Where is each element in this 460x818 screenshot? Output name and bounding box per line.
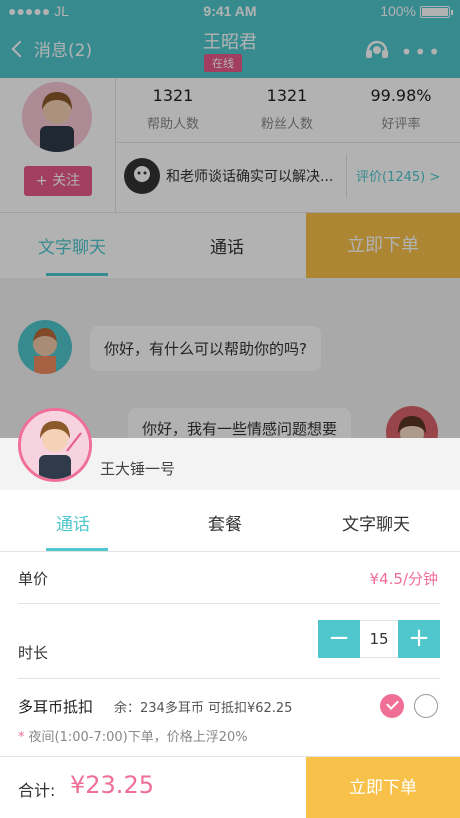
order-sheet: 通话 套餐 文字聊天 单价 ¥4.5/分钟 时长 − 15 + 多耳币抵扣 余：…	[0, 490, 460, 818]
unit-price-label: 单价	[18, 570, 49, 588]
tab-package[interactable]: 套餐	[208, 510, 242, 535]
duration-label: 时长	[18, 644, 49, 662]
tab-text-chat[interactable]: 文字聊天	[342, 510, 410, 535]
plus-icon[interactable]: +	[398, 620, 440, 658]
sheet-tabs: 通话 套餐 文字聊天	[0, 490, 460, 552]
order-now-button[interactable]: 立即下单	[306, 757, 460, 818]
checkout-footer: 合计: ¥23.25 立即下单	[0, 756, 460, 818]
asterisk-icon: *	[18, 730, 25, 745]
tab-call[interactable]: 通话	[56, 510, 90, 535]
total-value: ¥23.25	[70, 771, 154, 799]
duration-value[interactable]: 15	[360, 620, 398, 658]
unit-price-value: ¥4.5/分钟	[369, 570, 438, 588]
radio-unchecked-icon[interactable]	[414, 694, 438, 718]
night-note-text: 夜间(1:00-7:00)下单，价格上浮20%	[28, 730, 248, 745]
total-label: 合计:	[18, 781, 56, 800]
advisor-avatar	[18, 408, 92, 482]
divider	[18, 603, 440, 604]
divider	[18, 678, 440, 679]
check-icon[interactable]	[380, 694, 404, 718]
tab-indicator	[46, 548, 108, 551]
night-surcharge-note: * 夜间(1:00-7:00)下单，价格上浮20%	[18, 726, 248, 745]
advisor-name: 王大锤一号	[100, 460, 176, 478]
coin-deduct-detail: 余：234多耳币 可抵扣¥62.25	[114, 701, 293, 716]
minus-icon[interactable]: −	[318, 620, 360, 658]
coin-deduct-label: 多耳币抵扣	[18, 698, 94, 716]
duration-stepper: − 15 +	[318, 620, 440, 658]
